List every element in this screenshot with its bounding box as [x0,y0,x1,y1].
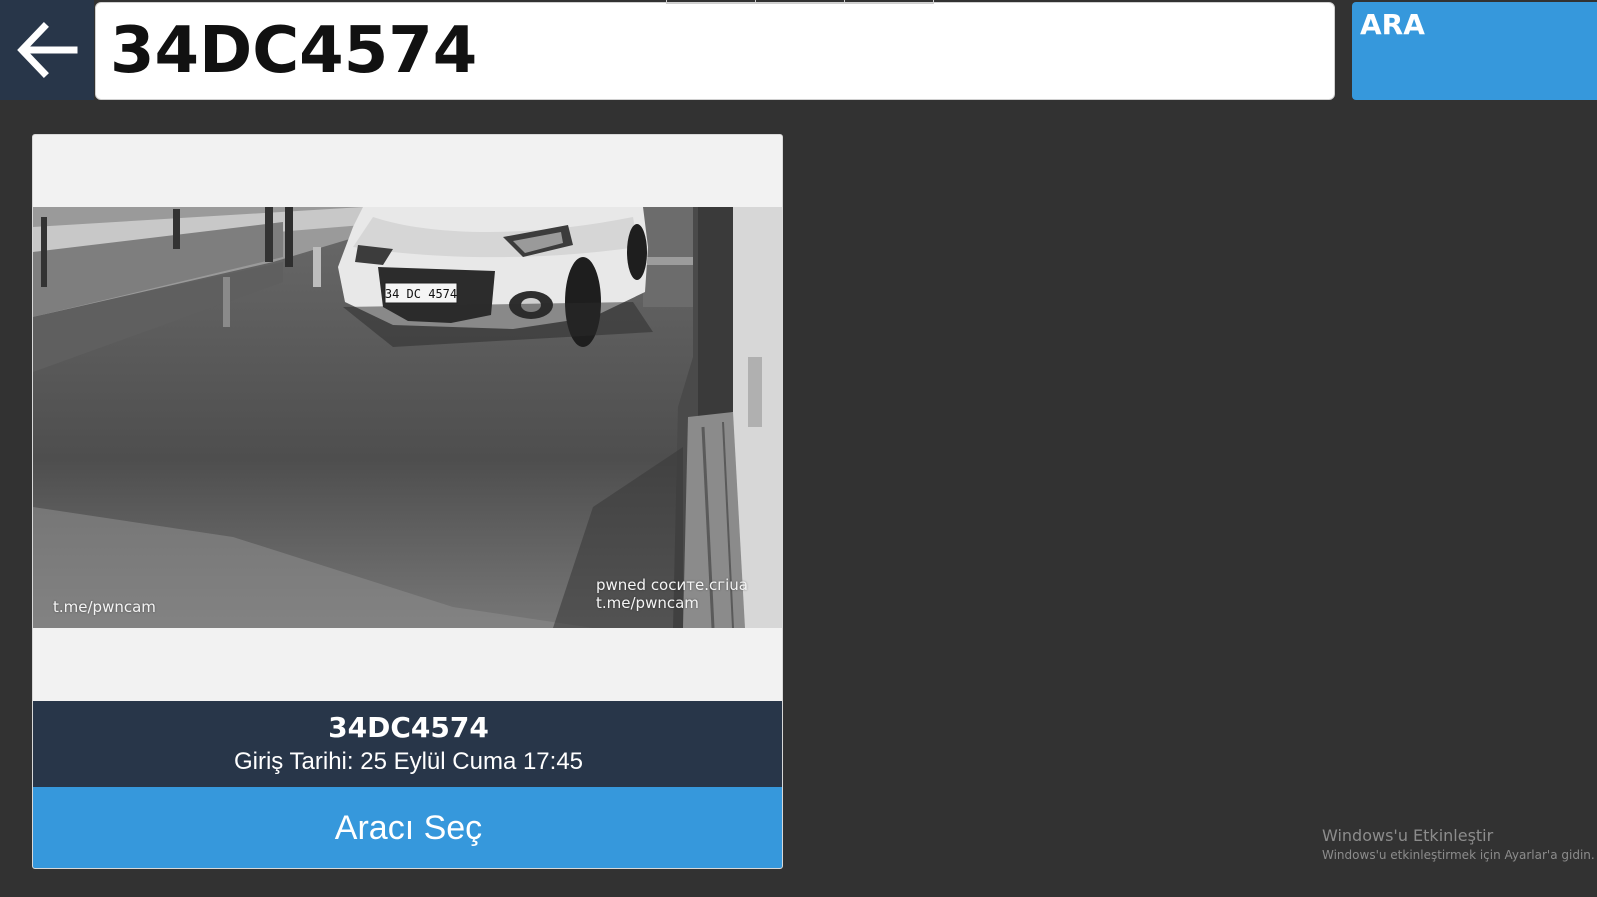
svg-text:34 DC 4574: 34 DC 4574 [385,287,457,301]
watermark-right-line2: t.me/pwncam [596,594,699,612]
entry-date: Giriş Tarihi: 25 Eylül Cuma 17:45 [233,748,584,775]
vehicle-info-panel: 34DC4574 Giriş Tarihi: 25 Eylül Cuma 17:… [33,701,782,787]
plate-number: 34DC4574 [328,711,489,744]
arrow-left-icon [17,22,78,78]
top-bar: ARA [0,0,1597,100]
top-tab-strip [666,0,934,4]
vehicle-result-card: 34 DC 4574 t.me/pwncam pwned cocите.сгiu… [32,134,783,869]
vehicle-photo: 34 DC 4574 t.me/pwncam pwned cocите.сгiu… [33,207,782,628]
select-vehicle-button[interactable]: Aracı Seç [33,787,782,868]
back-button[interactable] [0,0,94,100]
activation-title: Windows'u Etkinleştir [1322,826,1494,845]
top-tab-segment [845,0,933,3]
top-tab-segment [756,0,845,3]
search-button[interactable]: ARA [1352,2,1597,100]
activation-subtitle: Windows'u etkinleştirmek için Ayarlar'a … [1322,848,1595,862]
watermark-right: pwned cocите.сгiua t.me/pwncam [596,576,748,612]
watermark-left: t.me/pwncam [53,598,156,616]
windows-activation-watermark: Windows'u Etkinleştir Windows'u etkinleş… [1322,826,1597,864]
plate-search-input[interactable] [95,2,1335,100]
top-tab-segment [667,0,756,3]
watermark-right-line1: pwned cocите.сгiua [596,576,748,594]
